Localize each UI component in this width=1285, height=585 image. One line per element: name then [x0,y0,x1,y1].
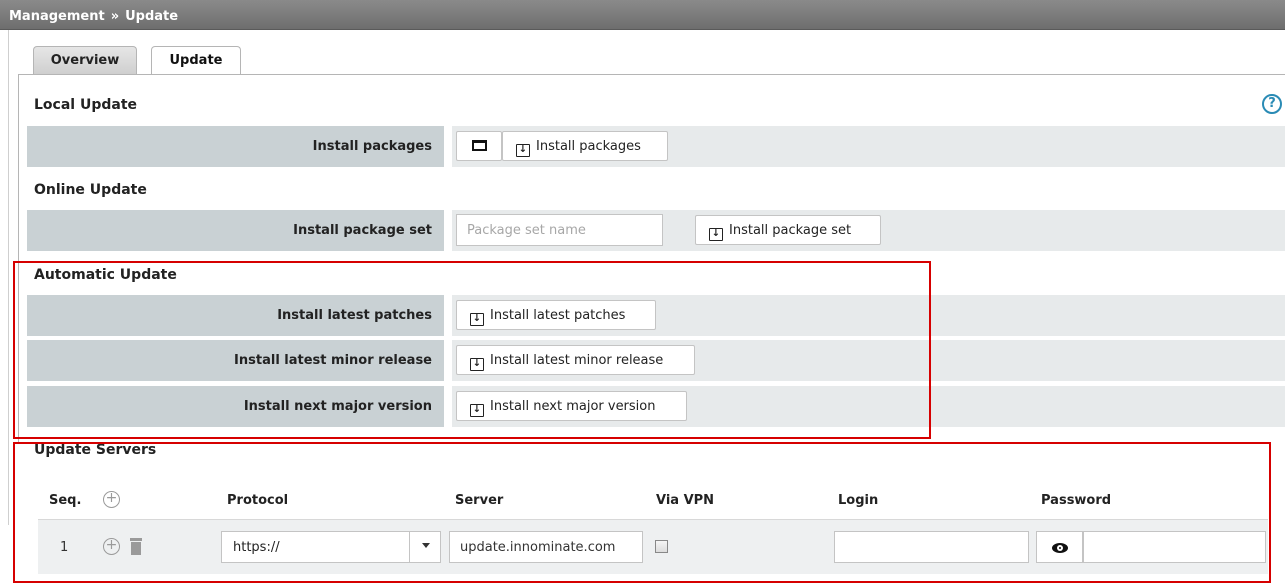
install-packages-label: Install packages [27,126,444,167]
update-servers-highlight [13,442,1271,583]
install-package-set-button[interactable]: ↓ Install package set [695,215,881,245]
install-package-set-button-label: Install package set [729,223,852,238]
download-icon: ↓ [516,144,530,157]
tab-update[interactable]: Update [151,46,241,75]
help-icon[interactable]: ? [1262,94,1282,114]
install-packages-button-label: Install packages [536,139,641,154]
tab-overview[interactable]: Overview [33,46,137,74]
package-set-name-input[interactable] [456,214,663,246]
breadcrumb-current: Update [125,9,179,24]
browse-folder-button[interactable] [456,131,502,161]
install-packages-button[interactable]: ↓ Install packages [502,131,668,161]
download-icon: ↓ [709,228,723,241]
online-update-title: Online Update [34,182,147,198]
install-packages-value: ↓ Install packages [452,126,1285,167]
left-rule [8,30,9,525]
breadcrumb: Management » Update [0,0,1285,30]
breadcrumb-separator: » [110,9,120,24]
install-package-set-label: Install package set [27,210,444,251]
install-package-set-value: ↓ Install package set [452,210,1285,251]
automatic-update-highlight [13,261,931,439]
local-update-title: Local Update [34,97,138,113]
tab-panel-border [18,74,1285,75]
breadcrumb-parent[interactable]: Management [9,9,105,24]
folder-icon [472,140,487,151]
